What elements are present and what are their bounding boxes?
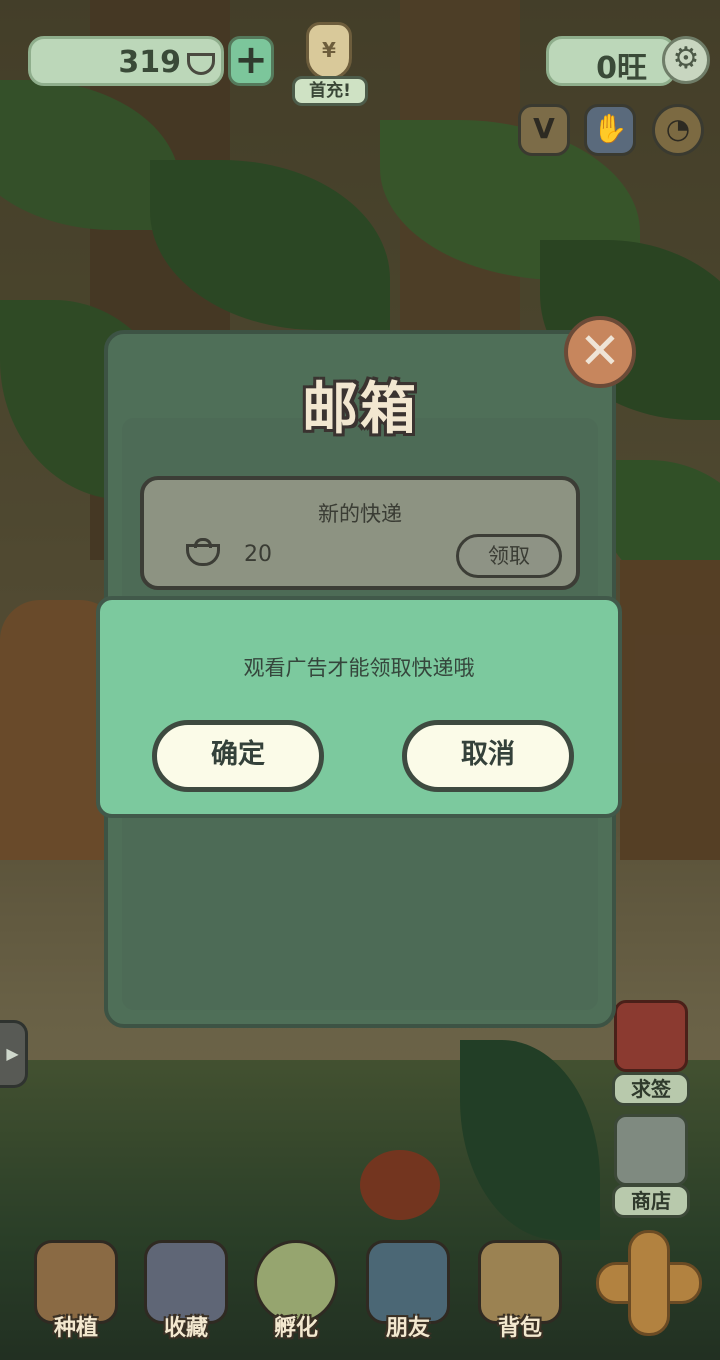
ingot-icon [186, 544, 220, 566]
ad-confirm-dialog: 观看广告才能领取快递哦 确定 取消 [96, 596, 622, 818]
coin-amount: 319 [118, 45, 181, 80]
nav-collection-label: 收藏 [163, 1316, 208, 1341]
shop-label: 商店 [612, 1184, 690, 1218]
dialog-message: 观看广告才能领取快递哦 [243, 656, 475, 680]
prosperity-value: 0旺 [596, 51, 647, 86]
mailbox-title: 邮箱 [302, 377, 418, 442]
bottom-navigation: 种植 收藏 孵化 朋友 背包 [0, 1226, 720, 1360]
confirm-button[interactable]: 确定 [152, 720, 324, 792]
add-coins-button[interactable]: + [228, 36, 274, 86]
nav-bag-button[interactable]: 背包 [470, 1240, 570, 1346]
first-charge-button[interactable]: ¥ 首充! [292, 22, 368, 108]
plus-icon[interactable] [596, 1230, 702, 1336]
close-button[interactable]: ✕ [564, 316, 636, 388]
shop-button[interactable]: 商店 [608, 1114, 694, 1224]
coin-counter: 319 [28, 36, 224, 86]
vip-button[interactable]: V [518, 104, 570, 156]
mail-item-amount: 20 [244, 542, 272, 567]
nav-hatch-button[interactable]: 孵化 [246, 1240, 346, 1346]
first-charge-label: 首充! [292, 76, 368, 106]
claim-button[interactable]: 领取 [456, 534, 562, 578]
shop-icon [614, 1114, 688, 1186]
nav-hatch-label: 孵化 [273, 1316, 318, 1341]
plus-icon-vertical [628, 1230, 670, 1336]
fortune-button[interactable]: 求签 [608, 1000, 694, 1110]
prosperity-counter: 0旺 [546, 36, 676, 86]
nav-plant-button[interactable]: 种植 [26, 1240, 126, 1346]
fortune-label: 求签 [612, 1072, 690, 1106]
nav-friends-button[interactable]: 朋友 [358, 1240, 458, 1346]
nav-plant-label: 种植 [53, 1316, 98, 1341]
nav-collection-button[interactable]: 收藏 [136, 1240, 236, 1346]
gear-icon[interactable]: ⚙ [662, 36, 710, 84]
expand-arrow-button[interactable]: ▶ [0, 1020, 28, 1088]
money-bag-icon: ¥ [306, 22, 352, 80]
mail-item: 新的快递 20 领取 [140, 476, 580, 590]
mail-item-title: 新的快递 [318, 502, 402, 526]
fan-icon[interactable]: ◔ [652, 104, 704, 156]
ingot-icon [187, 53, 215, 75]
torii-gate-icon [614, 1000, 688, 1072]
nav-friends-label: 朋友 [385, 1316, 430, 1341]
cancel-button[interactable]: 取消 [402, 720, 574, 792]
hand-icon[interactable]: ✋ [584, 104, 636, 156]
nav-bag-label: 背包 [497, 1316, 542, 1341]
